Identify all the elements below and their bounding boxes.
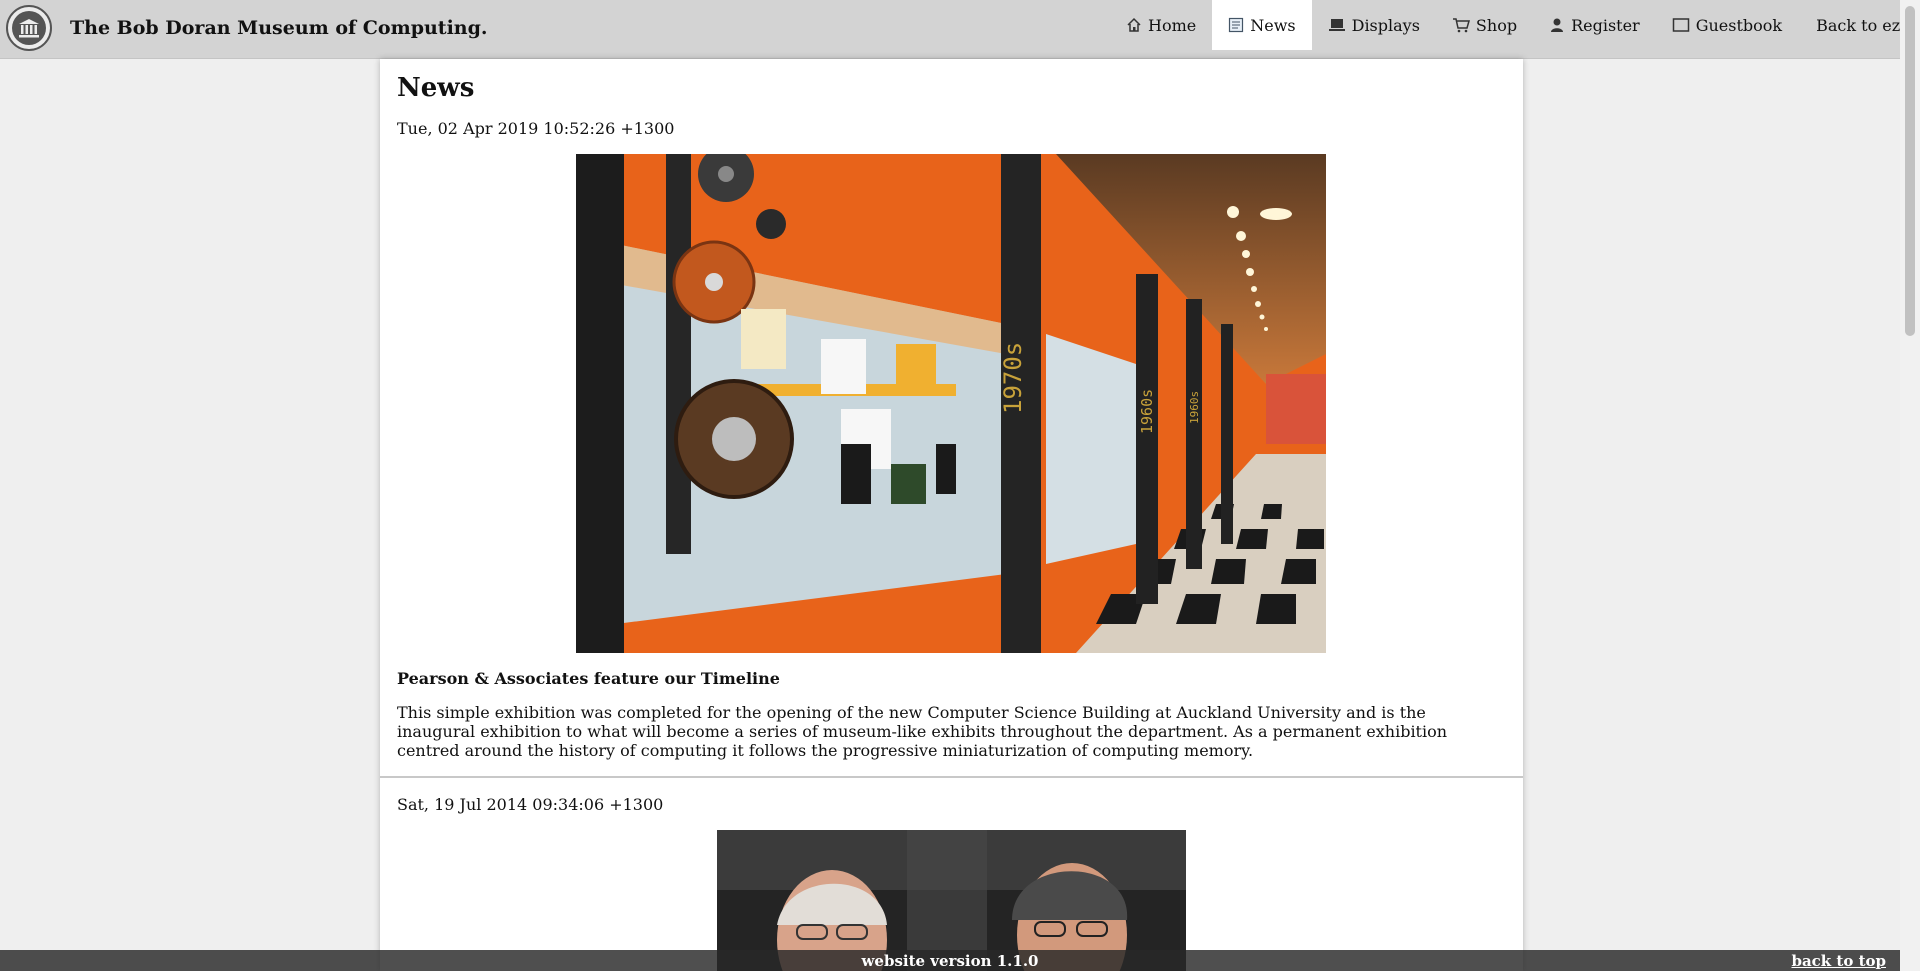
- nav-shop-label: Shop: [1475, 15, 1518, 35]
- scrollbar-thumb[interactable]: [1905, 6, 1915, 336]
- main-nav: Home News Displays Shop Register Guestbo…: [1110, 0, 1920, 50]
- decade-label: 1960s: [1138, 389, 1156, 434]
- laptop-icon: [1328, 19, 1345, 31]
- news-date: Sat, 19 Jul 2014 09:34:06 +1300: [397, 795, 664, 814]
- site-header: The Bob Doran Museum of Computing. Home …: [0, 0, 1920, 59]
- news-image-timeline-exhibition: 1970s 1960s 1960s: [576, 154, 1326, 653]
- nav-register[interactable]: Register: [1533, 0, 1656, 50]
- decade-label: 1960s: [1188, 391, 1201, 424]
- nav-home-label: Home: [1148, 15, 1197, 35]
- nav-news-label: News: [1250, 15, 1296, 35]
- nav-guestbook-label: Guestbook: [1695, 15, 1783, 35]
- news-heading: Pearson & Associates feature our Timelin…: [397, 669, 780, 688]
- back-to-top-link[interactable]: back to top: [1791, 952, 1886, 970]
- decade-label: 1970s: [999, 342, 1027, 414]
- museum-logo-icon[interactable]: [6, 5, 52, 51]
- website-version: website version 1.1.0: [861, 952, 1039, 970]
- nav-displays[interactable]: Displays: [1312, 0, 1436, 50]
- news-icon: [1229, 17, 1244, 33]
- user-icon: [1551, 18, 1564, 32]
- site-footer: website version 1.1.0 back to top: [0, 950, 1900, 971]
- nav-displays-label: Displays: [1351, 15, 1420, 35]
- nav-shop[interactable]: Shop: [1436, 0, 1533, 50]
- nav-news[interactable]: News: [1212, 0, 1312, 50]
- news-panel: News Tue, 02 Apr 2019 10:52:26 +1300 197…: [380, 59, 1523, 971]
- home-icon: [1127, 17, 1141, 32]
- page-scrollbar[interactable]: [1900, 0, 1920, 971]
- page-title: News: [397, 73, 475, 103]
- news-body: This simple exhibition was completed for…: [397, 703, 1448, 760]
- book-icon: [1672, 18, 1689, 32]
- news-date: Tue, 02 Apr 2019 10:52:26 +1300: [397, 119, 675, 138]
- nav-home[interactable]: Home: [1110, 0, 1212, 50]
- nav-register-label: Register: [1571, 15, 1640, 35]
- site-title[interactable]: The Bob Doran Museum of Computing.: [70, 17, 488, 39]
- cart-icon: [1452, 18, 1470, 33]
- nav-guestbook[interactable]: Guestbook: [1656, 0, 1798, 50]
- news-divider: [380, 776, 1523, 778]
